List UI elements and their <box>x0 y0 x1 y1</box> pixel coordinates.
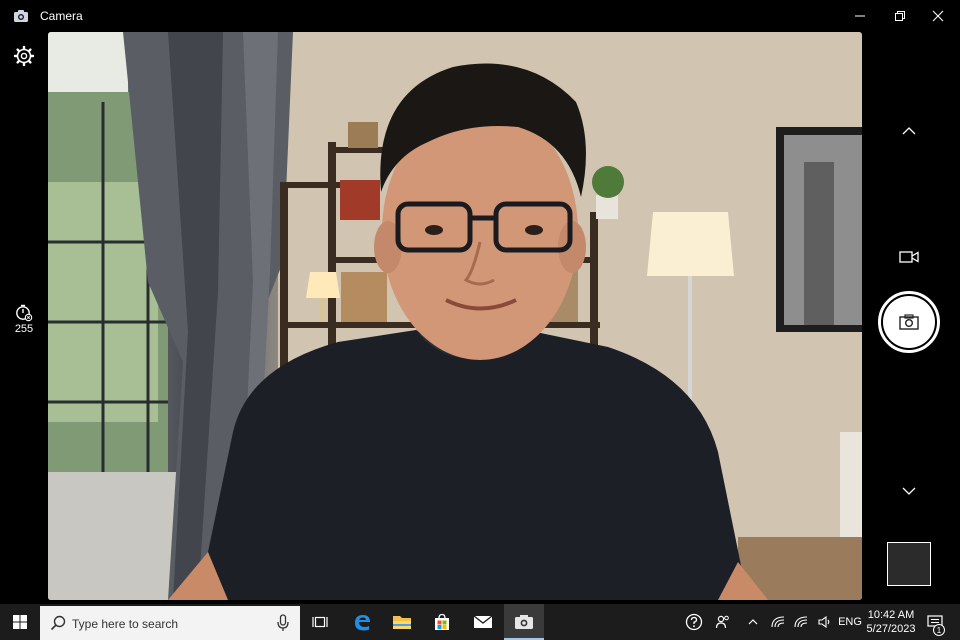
photo-timer-button[interactable]: 255 <box>8 304 40 344</box>
network-icon-1[interactable] <box>768 604 788 640</box>
minimize-button[interactable] <box>840 0 880 32</box>
chevron-up-icon <box>748 619 758 625</box>
camera-icon <box>14 10 28 22</box>
wifi-icon <box>771 616 785 628</box>
close-button[interactable] <box>918 0 958 32</box>
chevron-up-icon <box>902 127 916 135</box>
timer-value: 255 <box>14 323 34 335</box>
notification-count-badge: 1 <box>933 624 945 636</box>
camera-viewfinder[interactable] <box>48 32 862 600</box>
title-bar: Camera <box>0 0 960 32</box>
scroll-down-button[interactable] <box>894 476 924 506</box>
app-title: Camera <box>40 9 83 23</box>
maximize-button[interactable] <box>880 0 920 32</box>
gear-icon[interactable] <box>12 44 36 68</box>
file-explorer-button[interactable] <box>382 604 422 640</box>
take-photo-button[interactable] <box>878 291 940 353</box>
file-explorer-icon <box>393 616 411 629</box>
search-icon <box>50 615 66 631</box>
windows-logo-icon <box>13 615 27 629</box>
video-camera-icon <box>899 251 919 263</box>
show-hidden-icons-button[interactable] <box>744 604 762 640</box>
edge-button[interactable] <box>342 604 382 640</box>
volume-button[interactable] <box>815 604 835 640</box>
clock-time: 10:42 AM <box>867 609 915 621</box>
timer-icon <box>16 304 33 322</box>
wifi-icon <box>794 616 808 628</box>
network-icon-2[interactable] <box>791 604 811 640</box>
camera-feed-scene <box>48 32 862 600</box>
clock[interactable]: 10:42 AM 5/27/2023 <box>862 608 920 636</box>
restore-icon <box>895 11 905 21</box>
people-icon <box>715 615 729 629</box>
start-button[interactable] <box>0 604 40 640</box>
left-control-rail: 255 <box>0 32 48 602</box>
language-indicator[interactable]: ENG <box>838 604 862 640</box>
help-button[interactable] <box>682 604 706 640</box>
help-icon <box>685 613 703 631</box>
camera-app-button[interactable] <box>504 604 544 640</box>
volume-icon <box>818 616 830 628</box>
search-box[interactable]: Type here to search <box>40 606 300 640</box>
minimize-icon <box>855 15 865 17</box>
search-placeholder: Type here to search <box>72 617 179 631</box>
camera-app-icon <box>515 615 533 629</box>
camera-icon <box>899 314 919 330</box>
close-icon <box>932 10 944 22</box>
mail-icon <box>473 615 493 628</box>
taskbar: Type here to search ENG 10:42 AM 5/27/20… <box>0 604 960 640</box>
clock-date: 5/27/2023 <box>866 623 916 635</box>
chevron-down-icon <box>902 487 916 495</box>
edge-icon <box>355 615 370 631</box>
mail-button[interactable] <box>463 604 503 640</box>
store-icon <box>435 613 449 630</box>
microphone-icon[interactable] <box>276 614 290 632</box>
last-capture-thumbnail[interactable] <box>887 542 931 586</box>
scroll-up-button[interactable] <box>894 116 924 146</box>
store-button[interactable] <box>422 604 462 640</box>
task-view-button[interactable] <box>300 604 340 640</box>
right-control-rail <box>862 32 960 602</box>
people-button[interactable] <box>712 604 734 640</box>
video-mode-button[interactable] <box>894 242 924 272</box>
shutter-inner <box>883 296 935 348</box>
task-view-icon <box>312 616 328 628</box>
